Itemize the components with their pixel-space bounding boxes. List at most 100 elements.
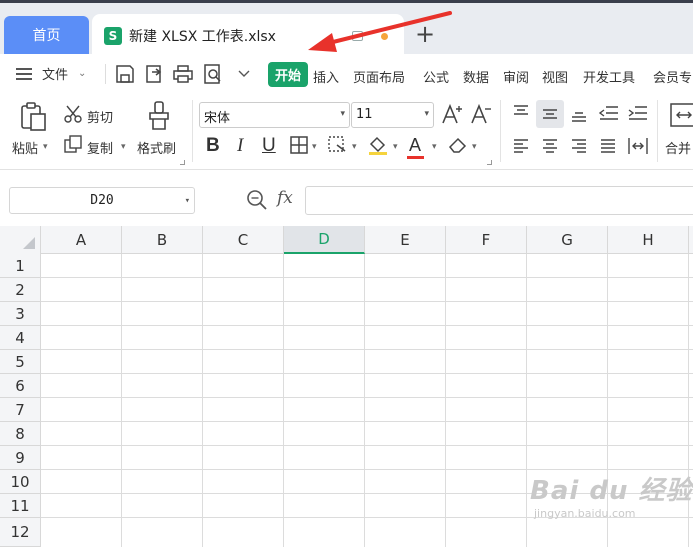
font-name-select[interactable]: 宋体 ▾ [199, 102, 350, 128]
spreadsheet-grid[interactable]: A B C D E F G H 1 2 3 4 5 6 7 8 9 10 11 … [0, 226, 693, 547]
row-header-2[interactable]: 2 [0, 278, 41, 302]
row-header-8[interactable]: 8 [0, 422, 41, 446]
paste-dropdown-icon[interactable]: ▾ [43, 142, 48, 152]
menu-tab-developer[interactable]: 开发工具 [583, 67, 635, 86]
align-bottom-icon[interactable] [570, 105, 588, 123]
cell-style-icon[interactable] [327, 135, 349, 155]
distribute-icon[interactable] [627, 136, 649, 156]
grid-line [121, 254, 122, 547]
column-header-a[interactable]: A [41, 226, 122, 254]
scissors-icon [64, 105, 82, 123]
row-header-7[interactable]: 7 [0, 398, 41, 422]
name-box[interactable]: D20 ▾ [9, 187, 195, 214]
column-header-c[interactable]: C [203, 226, 284, 254]
ribbon-divider [657, 100, 658, 162]
align-top-icon[interactable] [512, 104, 530, 122]
justify-icon[interactable] [599, 137, 617, 155]
align-middle-icon[interactable] [541, 105, 559, 123]
tab-document[interactable]: S 新建 XLSX 工作表.xlsx [92, 14, 404, 57]
paste-button-label[interactable]: 粘贴 [12, 138, 38, 157]
cut-button[interactable]: 剪切 [87, 107, 113, 126]
insert-function-button[interactable]: fx [277, 188, 293, 208]
menu-tab-member[interactable]: 会员专 [653, 67, 692, 86]
row-header-6[interactable]: 6 [0, 374, 41, 398]
borders-icon[interactable] [289, 135, 309, 155]
hamburger-icon [16, 67, 32, 80]
grid-line [41, 277, 693, 278]
fill-color-dropdown-icon[interactable]: ▾ [393, 142, 398, 152]
window-icon[interactable] [352, 31, 363, 41]
grid-line [607, 254, 608, 547]
row-header-10[interactable]: 10 [0, 470, 41, 494]
new-tab-button[interactable]: + [410, 19, 440, 49]
row-header-12[interactable]: 12 [0, 518, 41, 547]
export-pdf-icon[interactable] [144, 63, 166, 85]
font-size-value: 11 [356, 107, 373, 122]
copy-dropdown-icon[interactable]: ▾ [121, 142, 126, 152]
eraser-icon[interactable] [447, 135, 469, 155]
decrease-indent-icon[interactable] [598, 104, 620, 122]
format-painter-icon[interactable] [145, 100, 173, 132]
borders-dropdown-icon[interactable]: ▾ [312, 142, 317, 152]
font-size-select[interactable]: 11 ▾ [351, 102, 434, 128]
align-center-icon[interactable] [541, 137, 559, 155]
formula-input[interactable] [305, 186, 693, 215]
grid-line [41, 301, 693, 302]
paste-icon[interactable] [17, 101, 49, 133]
cell-reference: D20 [90, 193, 114, 208]
italic-button[interactable]: I [237, 135, 243, 157]
font-color-dropdown-icon[interactable]: ▾ [432, 142, 437, 152]
row-header-11[interactable]: 11 [0, 494, 41, 518]
column-header-h[interactable]: H [608, 226, 689, 254]
menu-tab-review[interactable]: 审阅 [503, 67, 529, 86]
row-header-1[interactable]: 1 [0, 254, 41, 278]
merge-cells-icon[interactable] [669, 102, 693, 128]
decrease-font-icon[interactable] [470, 103, 492, 125]
menu-tab-page-layout[interactable]: 页面布局 [353, 67, 405, 86]
select-all-corner[interactable] [0, 226, 41, 254]
fill-color-icon[interactable] [367, 134, 389, 156]
cell-style-dropdown-icon[interactable]: ▾ [352, 142, 357, 152]
unsaved-dot-icon [381, 33, 388, 40]
format-painter-label[interactable]: 格式刷 [137, 138, 176, 157]
bold-button[interactable]: B [206, 135, 220, 157]
tab-home[interactable]: 首页 [4, 16, 89, 54]
underline-button[interactable]: U [262, 135, 276, 157]
font-name-value: 宋体 [204, 111, 231, 126]
grid-line [688, 254, 689, 547]
menu-tab-view[interactable]: 视图 [542, 67, 568, 86]
font-color-button[interactable]: A [409, 135, 421, 156]
grid-line [41, 421, 693, 422]
column-header-row: A B C D E F G H [0, 226, 693, 254]
row-header-3[interactable]: 3 [0, 302, 41, 326]
column-header-f[interactable]: F [446, 226, 527, 254]
row-header-5[interactable]: 5 [0, 350, 41, 374]
row-header-9[interactable]: 9 [0, 446, 41, 470]
column-header-g[interactable]: G [527, 226, 608, 254]
align-right-icon[interactable] [570, 137, 588, 155]
print-icon[interactable] [172, 63, 194, 85]
zoom-search-icon[interactable] [246, 189, 268, 211]
align-left-icon[interactable] [512, 137, 530, 155]
column-header-d[interactable]: D [284, 226, 365, 254]
print-preview-icon[interactable] [202, 63, 224, 85]
column-header-b[interactable]: B [122, 226, 203, 254]
row-header-4[interactable]: 4 [0, 326, 41, 350]
chevron-down-icon: ▾ [184, 196, 190, 206]
menu-tab-data[interactable]: 数据 [463, 67, 489, 86]
save-icon[interactable] [114, 63, 136, 85]
column-header-e[interactable]: E [365, 226, 446, 254]
font-group-launcher-icon[interactable] [487, 160, 492, 165]
menu-tab-start[interactable]: 开始 [268, 62, 308, 87]
chevron-down-icon: ▾ [424, 109, 429, 119]
quick-access-dropdown-icon[interactable] [233, 63, 255, 85]
eraser-dropdown-icon[interactable]: ▾ [472, 142, 477, 152]
clipboard-group-launcher-icon[interactable] [180, 160, 185, 165]
merge-button-label[interactable]: 合并 [665, 138, 691, 157]
increase-font-icon[interactable] [441, 103, 463, 125]
menu-tab-insert[interactable]: 插入 [313, 67, 339, 86]
file-menu-button[interactable]: 文件 ⌄ [16, 64, 86, 83]
copy-button[interactable]: 复制 [87, 138, 113, 157]
increase-indent-icon[interactable] [627, 104, 649, 122]
menu-tab-formulas[interactable]: 公式 [423, 67, 449, 86]
